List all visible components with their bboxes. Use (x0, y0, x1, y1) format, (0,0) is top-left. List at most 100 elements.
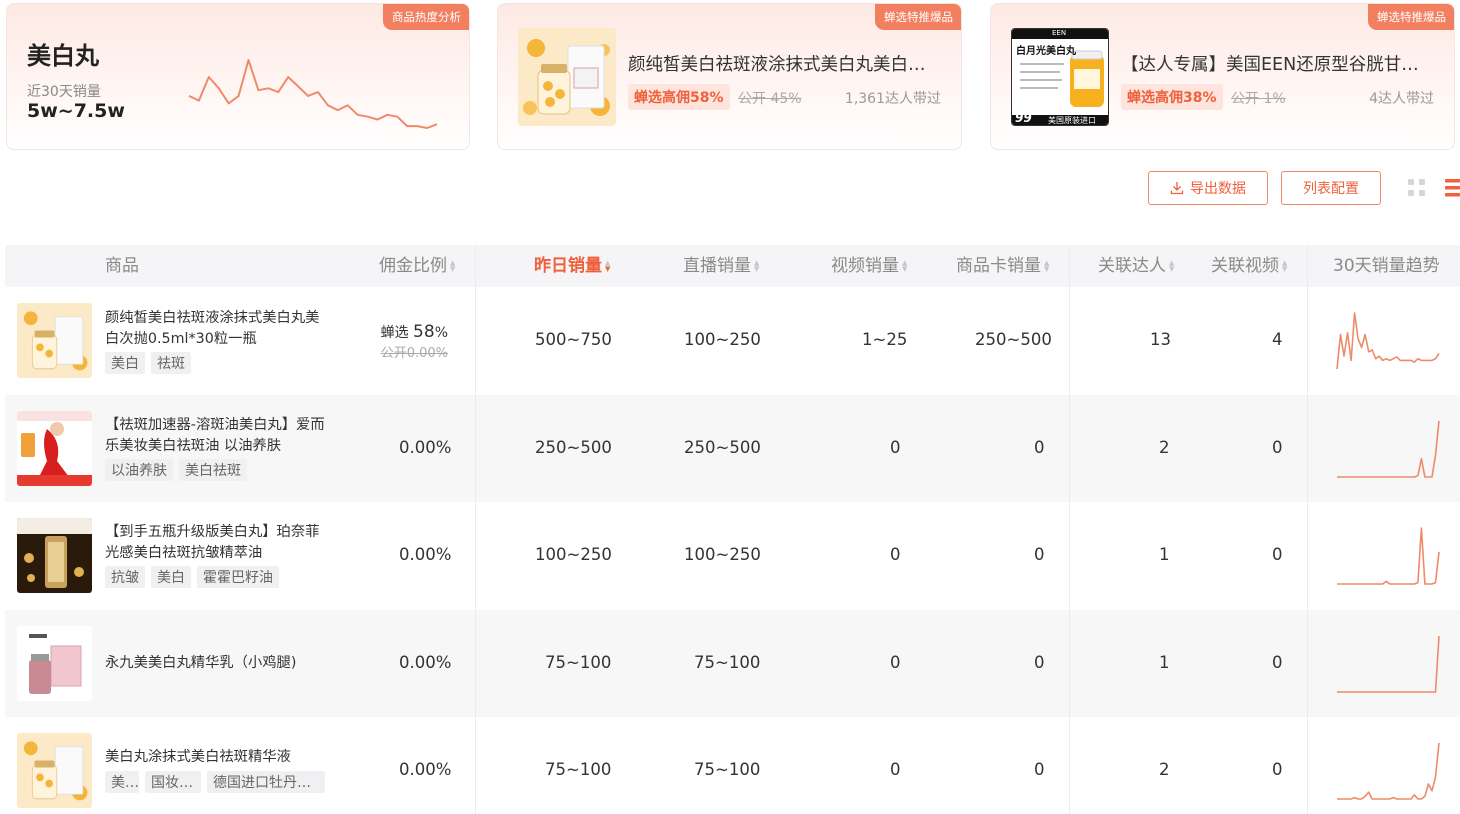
table-row[interactable]: 美白丸涂抹式美白祛斑精华液 美白 国妆特字 德国进口牡丹籽油 0.00% 75~… (5, 717, 1460, 814)
sort-icon: ▲ ▼ (1169, 259, 1175, 273)
col-commission-label: 佣金比例 (379, 256, 447, 276)
product-tag: 美白 (151, 566, 191, 589)
commission-cell: 0.00% (399, 545, 452, 565)
talent-count[interactable]: 2 (1159, 438, 1170, 457)
product-tag: 美白 (105, 771, 139, 794)
talent-count[interactable]: 2 (1159, 760, 1170, 779)
product-name[interactable]: 永九美美白丸精华乳（小鸡腿) (105, 653, 327, 674)
product-name[interactable]: 美白丸涂抹式美白祛斑精华液 (105, 747, 327, 768)
col-commission[interactable]: 佣金比例 ▲ ▼ (379, 245, 455, 287)
trend-sparkline (1337, 743, 1440, 801)
commission-cell: 0.00% (399, 652, 452, 672)
product-thumbnail[interactable] (17, 518, 92, 594)
yesterday-sales: 75~100 (545, 760, 612, 780)
product-tag: 霍霍巴籽油 (197, 566, 279, 589)
talent-count: 4达人带过 (1369, 91, 1434, 107)
heat-analysis-card[interactable]: 商品热度分析 美白丸 近30天销量 5w~7.5w (6, 3, 470, 150)
table-row[interactable]: 颜纯皙美白祛斑液涂抹式美白丸美白次抛0.5ml*30粒一瓶 美白 祛斑 蝉选 5… (5, 287, 1460, 395)
product-thumbnail[interactable] (17, 625, 92, 701)
hot-product-card-2[interactable]: 蝉选特推爆品 EEN 白月光美白丸 99 美国原装进口 【达人专属】美国EEN还… (990, 3, 1455, 150)
hot-product-card-1[interactable]: 蝉选特推爆品 颜纯皙美白祛斑液涂抹式美白丸美白次抛0.5ml*30粒一瓶 蝉选高… (497, 3, 962, 150)
product-tag: 国妆特字 (145, 771, 201, 794)
trend-sparkline (1337, 635, 1440, 693)
commission-badge: 蝉选高佣58% (628, 84, 730, 110)
commission-unit: % (434, 325, 448, 341)
sort-icon: ▲ ▼ (1282, 259, 1288, 273)
table-row[interactable]: 【到手五瓶升级版美白丸】珀奈菲光感美白祛斑抗皱精萃油W4ml*40 抗皱 美白 … (5, 502, 1460, 610)
list-config-label: 列表配置 (1303, 181, 1359, 197)
export-data-button[interactable]: 导出数据 (1148, 171, 1268, 205)
public-commission: 公开 1% (1231, 91, 1286, 107)
product-thumbnail[interactable] (17, 410, 92, 486)
commission-cell: 0.00% (399, 437, 452, 457)
col-talent-label: 关联达人 (1098, 256, 1166, 276)
product-thumbnail[interactable] (17, 733, 92, 809)
yesterday-sales: 75~100 (545, 652, 612, 672)
heat-card-title: 美白丸 (27, 42, 99, 70)
product-name[interactable]: 颜纯皙美白祛斑液涂抹式美白丸美白次抛0.5ml*30粒一瓶 (105, 308, 327, 350)
card-sales: 0 (1034, 545, 1045, 565)
grid-view-icon[interactable] (1406, 177, 1428, 199)
export-data-label: 导出数据 (1190, 181, 1246, 197)
table-header: 商品 佣金比例 ▲ ▼ 昨日销量 ▲ ▼ 直播销量 ▲ ▼ 视频销量 ▲ ▼ 商品卡销量 ▲ ▼ 关… (5, 245, 1460, 287)
heat-trend-sparkline (188, 59, 438, 129)
talent-count[interactable]: 13 (1150, 330, 1171, 349)
table-row[interactable]: 【祛斑加速器-溶斑油美白丸】爱而乐美妆美白祛斑油 以油养肤 以油养肤 美白祛斑 … (5, 394, 1460, 503)
sort-icon: ▲ ▼ (1044, 259, 1050, 273)
video-count[interactable]: 4 (1272, 330, 1283, 349)
col-videos[interactable]: 关联视频 ▲ ▼ (1211, 245, 1287, 287)
column-divider (1069, 245, 1070, 814)
table-row[interactable]: 永九美美白丸精华乳（小鸡腿) 0.00% 75~100 75~100 0 0 1… (5, 609, 1460, 718)
product-tag: 抗皱 (105, 566, 145, 589)
list-config-button[interactable]: 列表配置 (1281, 171, 1381, 205)
video-count[interactable]: 0 (1272, 653, 1283, 672)
talent-count: 1,361达人带过 (844, 91, 941, 107)
col-video-sales[interactable]: 视频销量 ▲ ▼ (831, 245, 907, 287)
product-tag: 美白 (105, 352, 145, 374)
talent-count[interactable]: 1 (1159, 653, 1170, 672)
product-name[interactable]: 【祛斑加速器-溶斑油美白丸】爱而乐美妆美白祛斑油 以油养肤 (105, 415, 327, 457)
yesterday-sales: 250~500 (535, 437, 612, 457)
product-thumbnail[interactable] (17, 303, 92, 378)
col-talent[interactable]: 关联达人 ▲ ▼ (1098, 245, 1174, 287)
video-count[interactable]: 0 (1272, 438, 1283, 457)
heat-card-tag: 商品热度分析 (383, 4, 469, 30)
list-view-icon[interactable] (1442, 177, 1460, 199)
live-sales: 250~500 (684, 437, 761, 457)
product-name-text: 【到手五瓶升级版美白丸】珀奈菲光感美白祛斑抗皱精萃油W4ml*40 (105, 524, 320, 562)
col-yesterday-label: 昨日销量 (534, 256, 602, 276)
product-tags: 美白 祛斑 (105, 352, 191, 374)
video-sales: 0 (890, 437, 901, 457)
thumb-brand: EEN (1052, 29, 1067, 37)
product-tags: 美白 国妆特字 德国进口牡丹籽油 (105, 771, 325, 794)
video-count[interactable]: 0 (1272, 760, 1283, 779)
hot-card-tag: 蝉选特推爆品 (875, 4, 961, 30)
sort-icon: ▲ ▼ (450, 259, 456, 273)
heat-card-sub-label: 近30天销量 (27, 84, 101, 100)
hot-card-title[interactable]: 【达人专属】美国EEN还原型谷胱甘肽美白丸 (1121, 51, 1431, 76)
hot-card-title[interactable]: 颜纯皙美白祛斑液涂抹式美白丸美白次抛0.5ml*30粒一瓶 (628, 51, 938, 76)
commission-prefix: 蝉选 (380, 325, 409, 341)
col-yesterday-sales[interactable]: 昨日销量 ▲ ▼ (534, 245, 610, 287)
live-sales: 75~100 (694, 652, 761, 672)
product-name[interactable]: 【到手五瓶升级版美白丸】珀奈菲光感美白祛斑抗皱精萃油W4ml*40 (105, 522, 327, 564)
talent-count[interactable]: 1 (1159, 545, 1170, 564)
thumb-footer: 美国原装进口 (1048, 116, 1096, 125)
commission-value: 58 (413, 322, 435, 342)
commission-badge: 蝉选高佣38% (1121, 84, 1223, 110)
video-count[interactable]: 0 (1272, 545, 1283, 564)
col-videos-label: 关联视频 (1211, 256, 1279, 276)
yesterday-sales: 500~750 (535, 330, 612, 349)
card-sales: 250~500 (975, 330, 1052, 349)
sort-icon: ▲ ▼ (754, 259, 760, 273)
col-product: 商品 (105, 256, 139, 276)
col-card-sales[interactable]: 商品卡销量 ▲ ▼ (956, 245, 1049, 287)
commission-cell: 蝉选 58% 公开0.00% (381, 322, 448, 361)
video-sales: 0 (890, 760, 901, 780)
live-sales: 100~250 (684, 330, 761, 349)
col-live-sales[interactable]: 直播销量 ▲ ▼ (683, 245, 759, 287)
card-sales: 0 (1034, 760, 1045, 780)
commission-public: 公开0.00% (380, 346, 448, 361)
download-icon (1170, 182, 1184, 195)
column-divider (1307, 245, 1308, 814)
